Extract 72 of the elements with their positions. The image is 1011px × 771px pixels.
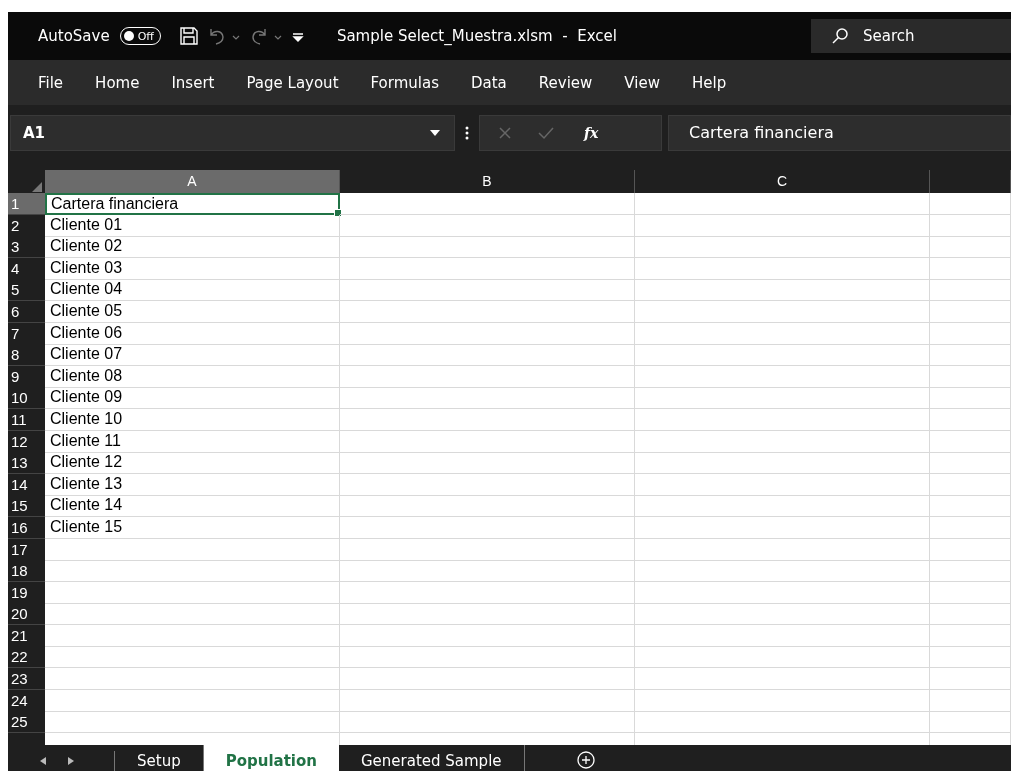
row-header[interactable]: 13 — [8, 452, 45, 475]
table-cell: Cartera financiera — [45, 193, 340, 215]
search-field[interactable]: Search — [811, 19, 1011, 53]
menu-item[interactable]: Insert — [155, 73, 231, 92]
dropdown-icon — [430, 129, 440, 136]
row-header[interactable]: 21 — [8, 624, 45, 647]
row-header[interactable]: 24 — [8, 689, 45, 712]
search-icon — [831, 27, 849, 45]
row-header[interactable]: 15 — [8, 495, 45, 518]
formula-field[interactable]: Cartera financiera — [668, 114, 1011, 151]
cancel-icon[interactable] — [498, 125, 512, 140]
name-box[interactable]: A1 — [10, 114, 455, 151]
autosave-label: AutoSave — [38, 27, 110, 45]
row-header[interactable]: 3 — [8, 236, 45, 259]
row-header[interactable]: 20 — [8, 603, 45, 626]
table-cell: Cliente 07 — [45, 344, 340, 367]
table-cell: Cliente 03 — [45, 257, 340, 280]
row-header[interactable]: 17 — [8, 538, 45, 561]
check-icon[interactable] — [538, 125, 554, 140]
row-header[interactable]: 12 — [8, 430, 45, 453]
menu-item[interactable]: Data — [455, 73, 523, 92]
row-header[interactable]: 2 — [8, 214, 45, 237]
fill-handle[interactable] — [334, 209, 342, 217]
column-header[interactable]: C — [635, 170, 930, 195]
save-icon[interactable] — [178, 26, 199, 46]
row-header[interactable]: 9 — [8, 365, 45, 388]
table-cell: Cliente 02 — [45, 236, 340, 259]
table-cell: Cliente 13 — [45, 473, 340, 496]
sheet-tab[interactable]: Generated Sample — [338, 745, 525, 771]
menu-item[interactable]: Review — [522, 73, 609, 92]
insert-function-button[interactable]: fx — [584, 124, 599, 141]
row-header[interactable]: 11 — [8, 408, 45, 431]
table-cell: Cliente 11 — [45, 430, 340, 453]
more-icon — [465, 124, 469, 141]
table-cell: Cliente 12 — [45, 452, 340, 475]
table-cell: Cliente 15 — [45, 516, 340, 539]
menu-item[interactable]: File — [22, 73, 80, 92]
table-cell: Cliente 05 — [45, 300, 340, 323]
table-cell: Cliente 09 — [45, 387, 340, 410]
table-cell: Cliente 06 — [45, 322, 340, 345]
row-header[interactable]: 10 — [8, 387, 45, 410]
row-header[interactable]: 25 — [8, 711, 45, 734]
sheet-tab[interactable]: Population — [203, 745, 339, 771]
menu-item[interactable]: Formulas — [354, 73, 455, 92]
window-title: Sample Select_Muestra.xlsm - Excel — [336, 27, 617, 45]
row-header[interactable]: 6 — [8, 300, 45, 323]
scroll-right-icon[interactable] — [68, 757, 74, 765]
row-header[interactable]: 14 — [8, 473, 45, 496]
row-header[interactable]: 1 — [8, 193, 45, 215]
column-header[interactable]: A — [45, 170, 340, 195]
table-cell: Cliente 08 — [45, 365, 340, 388]
column-header[interactable]: B — [340, 170, 635, 195]
menu-item[interactable]: Help — [675, 73, 743, 92]
menu-item[interactable]: Home — [79, 73, 156, 92]
row-header[interactable]: 5 — [8, 279, 45, 302]
table-cell: Cliente 14 — [45, 495, 340, 518]
table-cell: Cliente 01 — [45, 214, 340, 237]
scroll-left-icon[interactable] — [40, 757, 46, 765]
menu-item[interactable]: Page Layout — [230, 73, 355, 92]
table-cell: Cliente 10 — [45, 408, 340, 431]
row-header[interactable]: 19 — [8, 581, 45, 604]
row-header[interactable]: 22 — [8, 646, 45, 669]
row-header[interactable]: 8 — [8, 344, 45, 367]
menu-item[interactable]: View — [608, 73, 676, 92]
row-header[interactable]: 4 — [8, 257, 45, 280]
row-header[interactable]: 23 — [8, 668, 45, 691]
row-header[interactable]: 18 — [8, 560, 45, 583]
sheet-tab[interactable]: Setup — [115, 745, 204, 771]
table-cell: Cliente 04 — [45, 279, 340, 302]
row-header[interactable]: 7 — [8, 322, 45, 345]
add-sheet-icon[interactable] — [576, 751, 595, 769]
row-header[interactable]: 16 — [8, 516, 45, 539]
